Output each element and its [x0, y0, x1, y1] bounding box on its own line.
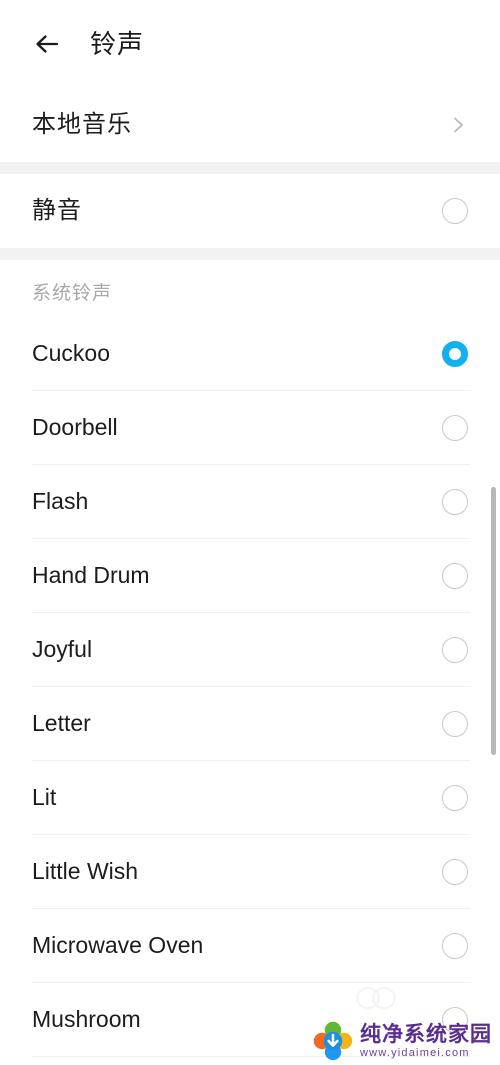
silent-label: 静音 [32, 197, 82, 224]
app-header: 铃声 [0, 0, 500, 88]
ringtone-label: Microwave Oven [32, 932, 204, 958]
ringtone-radio[interactable] [442, 636, 468, 663]
ringtone-radio[interactable] [442, 414, 468, 441]
silent-row[interactable]: 静音 [0, 174, 500, 248]
ringtone-label: Cuckoo [32, 340, 110, 366]
scrollbar-thumb[interactable] [491, 487, 496, 755]
ringtone-label: Joyful [32, 636, 93, 662]
separator-band-bottom [0, 248, 500, 260]
ringtone-label: Flash [32, 488, 89, 514]
ringtone-label: Lit [32, 784, 57, 810]
local-music-row[interactable]: 本地音乐 [0, 88, 500, 162]
ringtone-radio[interactable] [442, 932, 468, 959]
ringtone-settings-screen: 铃声 本地音乐 静音 系统铃声 Cuckoo Doorbell Flash Hand … [0, 0, 500, 1065]
ringtone-radio[interactable] [442, 562, 468, 589]
page-title: 铃声 [90, 29, 145, 59]
ringtone-row[interactable]: Doorbell [0, 391, 500, 464]
ringtone-row[interactable]: Hand Drum [0, 539, 500, 612]
ringtone-list: Cuckoo Doorbell Flash Hand Drum Joyful Letter… [0, 317, 500, 1065]
ringtone-label: Letter [32, 710, 91, 736]
ringtone-label: Little Wish [32, 858, 139, 884]
section-title-system-ringtones: 系统铃声 [0, 260, 500, 317]
ringtone-radio[interactable] [442, 1006, 468, 1033]
arrow-left-icon [30, 27, 64, 61]
ringtone-radio[interactable] [442, 784, 468, 811]
ringtone-radio-selected[interactable] [442, 340, 468, 367]
ringtone-row[interactable]: Microwave Oven [0, 909, 500, 982]
ringtone-row[interactable]: New World [0, 1057, 500, 1065]
ringtone-row[interactable]: Little Wish [0, 835, 500, 908]
ringtone-label: Hand Drum [32, 562, 150, 588]
ringtone-radio[interactable] [442, 858, 468, 885]
ringtone-radio[interactable] [442, 488, 468, 515]
chevron-right-icon [448, 115, 468, 135]
ringtone-row[interactable]: Lit [0, 761, 500, 834]
scrollbar-track[interactable] [490, 440, 496, 1060]
silent-radio[interactable] [442, 198, 468, 224]
ringtone-row[interactable]: Flash [0, 465, 500, 538]
ringtone-row[interactable]: Cuckoo [0, 317, 500, 390]
back-button[interactable] [30, 27, 64, 61]
ringtone-radio[interactable] [442, 710, 468, 737]
ringtone-row[interactable]: Mushroom [0, 983, 500, 1056]
separator-band-top [0, 162, 500, 174]
ringtone-label: Doorbell [32, 414, 118, 440]
ringtone-row[interactable]: Letter [0, 687, 500, 760]
local-music-label: 本地音乐 [32, 111, 132, 138]
ringtone-label: Mushroom [32, 1006, 141, 1032]
ringtone-row[interactable]: Joyful [0, 613, 500, 686]
watermark-ghost-mark [350, 983, 404, 1013]
